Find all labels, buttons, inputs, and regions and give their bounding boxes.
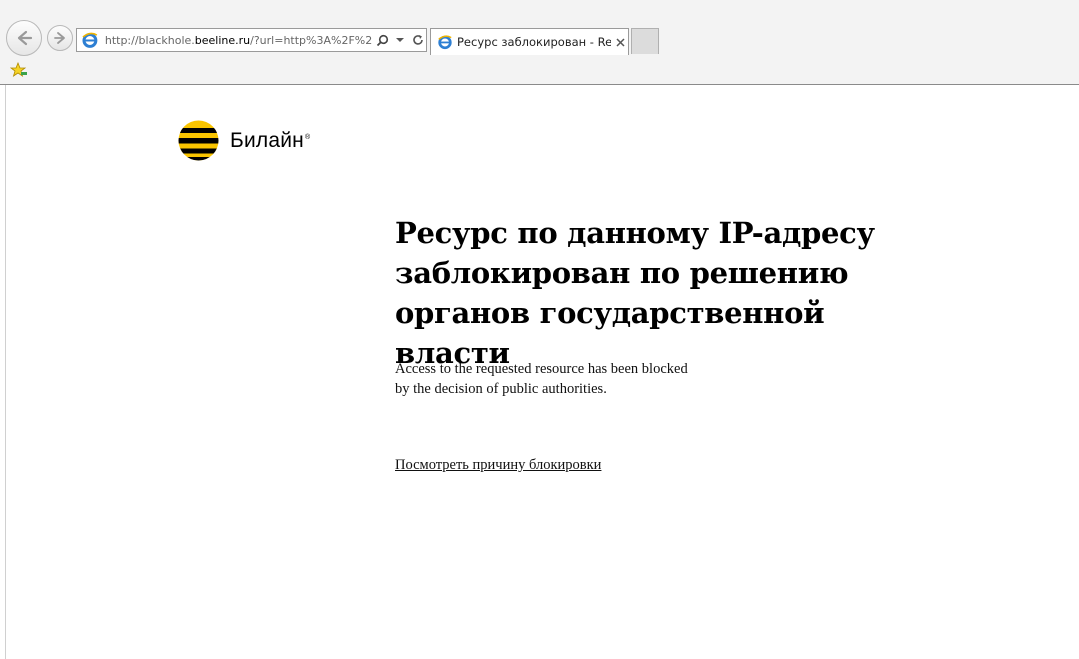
address-dropdown-button[interactable] [392, 32, 408, 48]
address-bar[interactable]: http://blackhole.beeline.ru/?url=http%3A… [76, 28, 427, 52]
search-icon [376, 34, 388, 46]
page-content: Билайн® Ресурс по данному IP-адресу забл… [5, 85, 1079, 659]
browser-chrome: http://blackhole.beeline.ru/?url=http%3A… [0, 0, 1079, 85]
search-button[interactable] [374, 32, 390, 48]
english-notice-line: Access to the requested resource has bee… [395, 361, 688, 377]
chevron-down-icon [396, 38, 405, 42]
page-title: Ресурс по данному IP-адресу заблокирован… [395, 213, 915, 373]
english-notice-line: by the decision of public authorities. [395, 380, 607, 397]
close-icon [615, 37, 625, 47]
beeline-logo: Билайн® [178, 120, 310, 161]
english-notice: Access to the requested resource has bee… [395, 360, 815, 399]
tab-close-button[interactable] [613, 35, 627, 49]
ie-icon [82, 32, 98, 48]
forward-arrow-icon [54, 32, 65, 44]
headline-line: заблокирован по решению [395, 256, 849, 290]
logo-wordmark: Билайн® [230, 128, 311, 152]
forward-button[interactable] [47, 25, 73, 51]
headline-line: Ресурс по данному IP-адресу [395, 216, 875, 250]
refresh-icon [413, 35, 423, 45]
tab-title: Ресурс заблокирован - Re... [457, 35, 611, 49]
address-url[interactable]: http://blackhole.beeline.ru/?url=http%3A… [105, 34, 373, 47]
ie-icon [438, 35, 452, 50]
back-button[interactable] [6, 20, 42, 56]
new-tab-button[interactable] [631, 28, 659, 54]
block-reason-link[interactable]: Посмотреть причину блокировки [395, 457, 601, 474]
back-arrow-icon [17, 30, 33, 46]
beeline-logo-icon [178, 120, 219, 161]
favorites-star-icon[interactable] [10, 62, 28, 78]
refresh-button[interactable] [410, 32, 426, 48]
tab-active[interactable]: Ресурс заблокирован - Re... [430, 28, 629, 55]
